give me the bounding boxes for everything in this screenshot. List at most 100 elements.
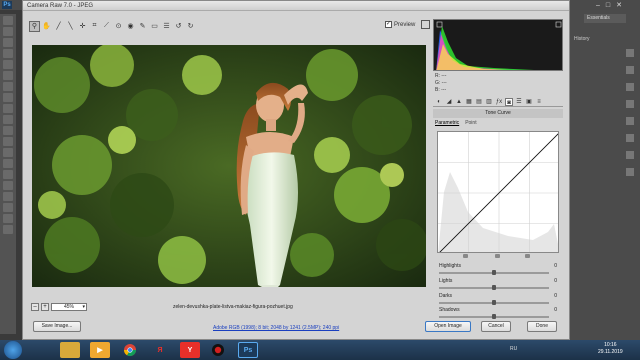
tab-split-toning-icon[interactable]: ▤ (475, 98, 483, 106)
slider-thumb[interactable] (492, 314, 496, 319)
panel-icon[interactable] (626, 100, 634, 108)
move-tool-icon[interactable] (3, 16, 13, 25)
rotate-ccw-icon[interactable]: ↺ (173, 21, 184, 32)
white-balance-tool-icon[interactable]: ╱ (53, 21, 64, 32)
tab-presets-icon[interactable]: ☰ (515, 98, 523, 106)
marquee-tool-icon[interactable] (3, 27, 13, 36)
panel-icon[interactable] (626, 83, 634, 91)
darks-slider[interactable]: Darks 0 (439, 293, 563, 307)
slider-thumb[interactable] (492, 270, 496, 275)
preview-checkbox[interactable]: ✓ (385, 21, 392, 28)
eyedropper-tool-icon[interactable] (3, 71, 13, 80)
history-brush-icon[interactable] (3, 115, 13, 124)
panel-icon[interactable] (626, 49, 634, 57)
open-image-button[interactable]: Open Image (425, 321, 471, 332)
photoshop-icon[interactable]: Ps (238, 342, 258, 358)
rotate-cw-icon[interactable]: ↻ (185, 21, 196, 32)
panel-menu-icon[interactable]: ≡ (535, 98, 543, 106)
slider-value[interactable]: 0 (554, 293, 557, 299)
slider-value[interactable]: 0 (554, 307, 557, 313)
preview-toggle[interactable]: ✓ Preview (385, 21, 415, 28)
zoom-controls: – + 45% (31, 303, 87, 311)
type-tool-icon[interactable] (3, 181, 13, 190)
slider-thumb[interactable] (492, 300, 496, 305)
tab-snapshots-icon[interactable]: ▣ (525, 98, 533, 106)
tab-hsl-icon[interactable]: ▦ (465, 98, 473, 106)
tab-point[interactable]: Point (465, 120, 476, 126)
record-icon[interactable] (208, 342, 228, 358)
panel-icon[interactable] (626, 168, 634, 176)
shadows-slider[interactable]: Shadows 0 (439, 307, 563, 321)
explorer-icon[interactable] (60, 342, 80, 358)
zoom-select[interactable]: 45% (51, 303, 87, 311)
tone-curve-graph[interactable] (437, 131, 559, 253)
histogram (433, 19, 563, 71)
lights-slider[interactable]: Lights 0 (439, 278, 563, 292)
cancel-button[interactable]: Cancel (481, 321, 511, 332)
fullscreen-icon[interactable] (421, 20, 430, 29)
workspace-switcher[interactable]: Essentials (584, 14, 626, 23)
adjustment-brush-tool-icon[interactable]: ✎ (137, 21, 148, 32)
midtones-split-handle[interactable] (495, 254, 500, 258)
start-button[interactable] (4, 341, 22, 359)
windows-taskbar: ▶ Я Y Ps RU 10:16 29.11.2019 (0, 340, 640, 360)
slider-value[interactable]: 0 (554, 278, 557, 284)
window-controls[interactable]: –□✕ (596, 1, 628, 9)
yandex-icon[interactable]: Y (180, 342, 200, 358)
panel-icon[interactable] (626, 134, 634, 142)
blur-tool-icon[interactable] (3, 148, 13, 157)
preferences-tool-icon[interactable]: ☰ (161, 21, 172, 32)
save-image-button[interactable]: Save Image... (33, 321, 81, 332)
straighten-tool-icon[interactable]: ⟋ (101, 21, 112, 32)
system-clock[interactable]: 10:16 29.11.2019 (598, 342, 623, 356)
path-select-icon[interactable] (3, 192, 13, 201)
tab-lens-corrections-icon[interactable]: ▥ (485, 98, 493, 106)
language-indicator[interactable]: RU (510, 346, 517, 352)
red-eye-tool-icon[interactable]: ◉ (125, 21, 136, 32)
history-panel-label[interactable]: History (574, 36, 590, 42)
tab-effects-icon[interactable]: ƒx (495, 98, 503, 106)
shadows-split-handle[interactable] (463, 254, 468, 258)
tab-parametric[interactable]: Parametric (435, 120, 459, 126)
yandex-browser-icon[interactable]: Я (150, 342, 170, 358)
tab-tone-curve-icon[interactable]: ◢ (445, 98, 453, 106)
workflow-options-link[interactable]: Adobe RGB (1998); 8 bit; 2048 by 1241 (2… (213, 325, 339, 331)
dodge-tool-icon[interactable] (3, 159, 13, 168)
gradient-tool-icon[interactable] (3, 137, 13, 146)
tab-detail-icon[interactable]: ▲ (455, 98, 463, 106)
lasso-tool-icon[interactable] (3, 38, 13, 47)
highlights-slider[interactable]: Highlights 0 (439, 263, 563, 277)
pen-tool-icon[interactable] (3, 170, 13, 179)
hand-tool-icon[interactable]: ✋ (41, 21, 52, 32)
healing-tool-icon[interactable] (3, 82, 13, 91)
crop-tool-icon[interactable]: ⌗ (89, 21, 100, 32)
hand-tool-icon[interactable] (3, 214, 13, 223)
zoom-tool-icon[interactable] (3, 225, 13, 234)
zoom-in-button[interactable]: + (41, 303, 49, 311)
spot-removal-tool-icon[interactable]: ⊙ (113, 21, 124, 32)
tab-basic-icon[interactable]: ◐ (435, 98, 443, 106)
histogram-graph (436, 21, 562, 70)
image-preview[interactable] (32, 45, 426, 287)
chrome-icon[interactable] (120, 342, 140, 358)
crop-tool-icon[interactable] (3, 60, 13, 69)
zoom-out-button[interactable]: – (31, 303, 39, 311)
panel-icon[interactable] (626, 66, 634, 74)
zoom-tool-icon[interactable]: ⚲ (29, 20, 40, 32)
media-player-icon[interactable]: ▶ (90, 342, 110, 358)
brush-tool-icon[interactable] (3, 93, 13, 102)
panel-icon[interactable] (626, 151, 634, 159)
highlights-split-handle[interactable] (525, 254, 530, 258)
graduated-filter-tool-icon[interactable]: ▭ (149, 21, 160, 32)
stamp-tool-icon[interactable] (3, 104, 13, 113)
slider-value[interactable]: 0 (554, 263, 557, 269)
tab-camera-calibration-icon[interactable]: ◙ (505, 97, 513, 106)
shape-tool-icon[interactable] (3, 203, 13, 212)
panel-icon[interactable] (626, 117, 634, 125)
targeted-adjustment-tool-icon[interactable]: ✛ (77, 21, 88, 32)
slider-thumb[interactable] (492, 285, 496, 290)
quick-select-tool-icon[interactable] (3, 49, 13, 58)
color-sampler-tool-icon[interactable]: ╲ (65, 21, 76, 32)
done-button[interactable]: Done (527, 321, 557, 332)
eraser-tool-icon[interactable] (3, 126, 13, 135)
